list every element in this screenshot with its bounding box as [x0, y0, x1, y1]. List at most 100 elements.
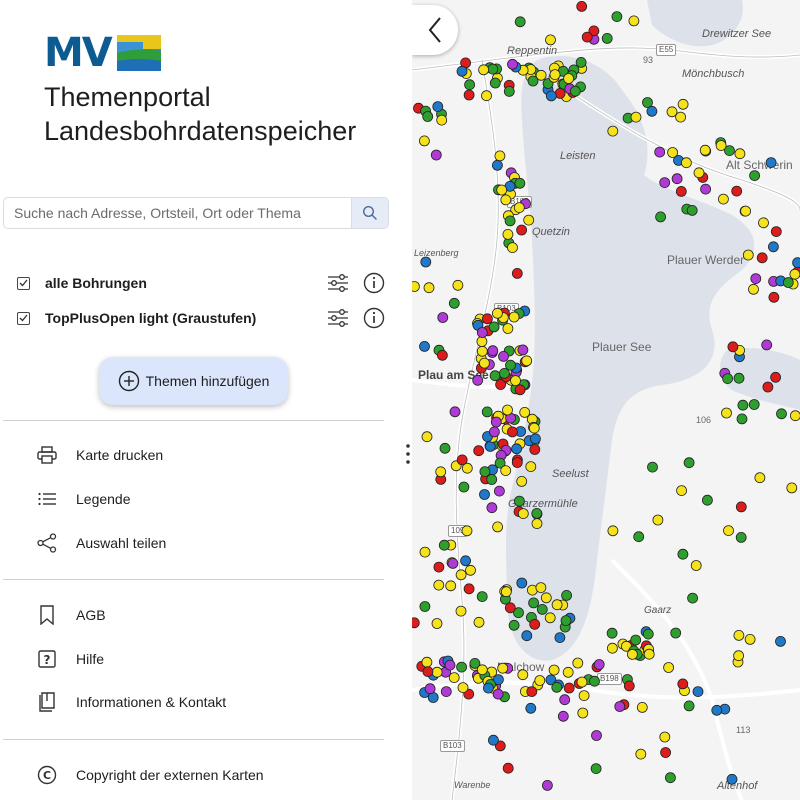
borehole-marker[interactable]	[516, 577, 528, 589]
borehole-marker[interactable]	[456, 661, 467, 673]
borehole-marker[interactable]	[412, 617, 420, 629]
borehole-marker[interactable]	[514, 177, 526, 189]
borehole-marker[interactable]	[727, 341, 739, 353]
menu-item-info-contact[interactable]: Informationen & Kontakt	[36, 689, 226, 715]
borehole-marker[interactable]	[734, 148, 746, 160]
borehole-marker[interactable]	[541, 780, 553, 791]
menu-item-agb[interactable]: AGB	[36, 602, 106, 628]
borehole-marker[interactable]	[722, 373, 734, 385]
borehole-marker[interactable]	[607, 525, 619, 537]
borehole-marker[interactable]	[490, 416, 502, 428]
borehole-marker[interactable]	[489, 426, 500, 438]
borehole-marker[interactable]	[671, 173, 683, 185]
borehole-marker[interactable]	[676, 485, 688, 497]
borehole-marker[interactable]	[463, 89, 475, 101]
borehole-marker[interactable]	[517, 669, 529, 681]
borehole-marker[interactable]	[517, 508, 529, 519]
layer-info-button[interactable]	[361, 305, 387, 331]
borehole-marker[interactable]	[561, 590, 573, 601]
borehole-marker[interactable]	[499, 367, 510, 379]
borehole-marker[interactable]	[562, 666, 574, 678]
borehole-marker[interactable]	[765, 157, 777, 169]
borehole-marker[interactable]	[792, 257, 800, 269]
borehole-marker[interactable]	[723, 525, 734, 536]
borehole-marker[interactable]	[421, 656, 433, 668]
borehole-marker[interactable]	[500, 194, 512, 206]
borehole-marker[interactable]	[545, 90, 557, 102]
map-view[interactable]: Drewitzer See Mönchbusch Alt Schwerin Le…	[412, 0, 800, 800]
borehole-marker[interactable]	[488, 734, 499, 746]
borehole-marker[interactable]	[569, 85, 581, 97]
borehole-marker[interactable]	[502, 323, 514, 334]
borehole-marker[interactable]	[507, 426, 518, 438]
borehole-marker[interactable]	[476, 345, 488, 357]
borehole-marker[interactable]	[677, 98, 689, 110]
borehole-marker[interactable]	[721, 407, 732, 419]
borehole-marker[interactable]	[431, 618, 443, 629]
borehole-marker[interactable]	[633, 531, 645, 543]
borehole-marker[interactable]	[611, 11, 623, 23]
borehole-marker[interactable]	[487, 345, 499, 357]
borehole-marker[interactable]	[510, 375, 521, 387]
borehole-marker[interactable]	[527, 75, 539, 87]
borehole-marker[interactable]	[758, 217, 769, 229]
borehole-marker[interactable]	[507, 242, 518, 254]
borehole-marker[interactable]	[590, 763, 602, 774]
borehole-marker[interactable]	[508, 311, 520, 323]
borehole-marker[interactable]	[523, 214, 535, 226]
borehole-marker[interactable]	[529, 618, 541, 630]
borehole-marker[interactable]	[508, 619, 520, 631]
borehole-marker[interactable]	[514, 16, 526, 28]
borehole-marker[interactable]	[749, 170, 761, 182]
borehole-marker[interactable]	[445, 580, 457, 592]
resize-handle-icon[interactable]	[404, 442, 412, 466]
menu-item-legend[interactable]: Legende	[36, 486, 131, 512]
borehole-marker[interactable]	[457, 682, 469, 693]
borehole-marker[interactable]	[635, 748, 647, 760]
borehole-marker[interactable]	[482, 313, 493, 325]
borehole-marker[interactable]	[589, 675, 600, 687]
borehole-marker[interactable]	[735, 501, 747, 513]
borehole-marker[interactable]	[528, 422, 540, 434]
borehole-marker[interactable]	[465, 564, 476, 576]
borehole-marker[interactable]	[548, 664, 560, 676]
borehole-marker[interactable]	[437, 312, 449, 323]
borehole-marker[interactable]	[481, 90, 492, 102]
borehole-marker[interactable]	[455, 605, 467, 617]
borehole-marker[interactable]	[544, 612, 556, 624]
borehole-marker[interactable]	[578, 690, 590, 701]
borehole-marker[interactable]	[762, 381, 774, 393]
borehole-marker[interactable]	[463, 583, 475, 595]
borehole-marker[interactable]	[767, 241, 779, 253]
borehole-marker[interactable]	[502, 762, 514, 774]
borehole-marker[interactable]	[770, 371, 782, 383]
borehole-marker[interactable]	[436, 349, 448, 361]
borehole-marker[interactable]	[559, 694, 571, 706]
borehole-marker[interactable]	[536, 604, 548, 615]
borehole-marker[interactable]	[557, 710, 569, 722]
borehole-marker[interactable]	[790, 410, 800, 422]
borehole-marker[interactable]	[528, 597, 539, 609]
borehole-marker[interactable]	[554, 632, 566, 643]
borehole-marker[interactable]	[433, 561, 445, 573]
borehole-marker[interactable]	[487, 63, 499, 75]
borehole-marker[interactable]	[456, 454, 468, 466]
borehole-marker[interactable]	[498, 350, 509, 362]
borehole-marker[interactable]	[748, 399, 760, 410]
layer-info-button[interactable]	[361, 270, 387, 296]
borehole-marker[interactable]	[643, 648, 655, 660]
borehole-marker[interactable]	[483, 682, 494, 694]
borehole-marker[interactable]	[456, 65, 468, 77]
borehole-marker[interactable]	[646, 105, 658, 117]
borehole-marker[interactable]	[476, 336, 488, 347]
borehole-marker[interactable]	[424, 683, 436, 695]
borehole-marker[interactable]	[504, 602, 516, 614]
borehole-marker[interactable]	[516, 224, 527, 236]
borehole-marker[interactable]	[659, 731, 671, 743]
borehole-marker[interactable]	[526, 686, 538, 697]
menu-item-share[interactable]: Auswahl teilen	[36, 530, 166, 556]
borehole-marker[interactable]	[489, 370, 501, 382]
borehole-marker[interactable]	[614, 701, 626, 712]
borehole-marker[interactable]	[540, 592, 552, 604]
borehole-marker[interactable]	[693, 167, 705, 179]
